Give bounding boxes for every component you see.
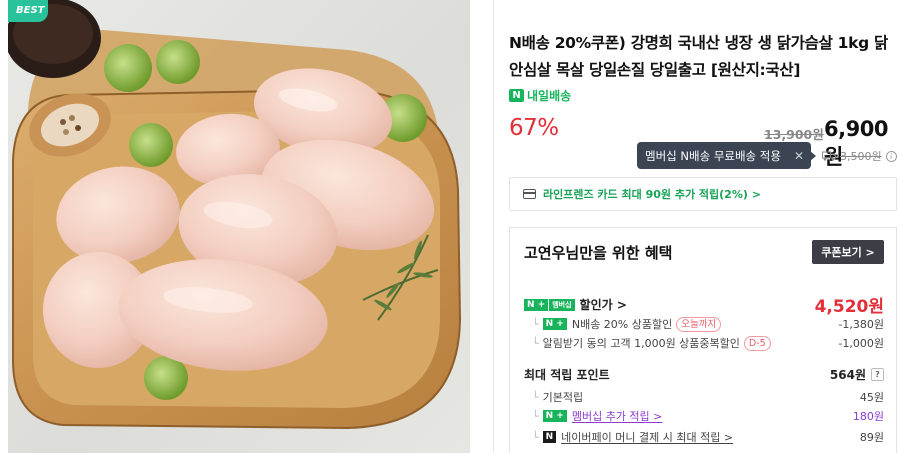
info-icon[interactable]: i: [885, 150, 897, 162]
points-value: 45원: [859, 391, 884, 404]
points-row: └ 기본적립 45원: [532, 390, 884, 405]
points-label[interactable]: 네이버페이 머니 결제 시 최대 적립 >: [561, 429, 733, 445]
product-image[interactable]: BEST: [8, 0, 470, 453]
benefit-heading: 고연우님만을 위한 혜택: [524, 244, 673, 262]
points-row[interactable]: └ N 네이버페이 머니 결제 시 최대 적립 > 89원: [524, 429, 884, 445]
best-badge: BEST: [8, 0, 48, 22]
naver-plus-icon: N + 멤버십: [524, 298, 575, 311]
credit-card-icon: [523, 189, 536, 199]
shipping-tooltip-text: 멤버십 N배송 무료배송 적용: [645, 148, 781, 163]
coupon-view-button[interactable]: 쿠폰보기 >: [812, 240, 884, 264]
deadline-tag: 오늘까지: [676, 316, 722, 332]
original-price: 13,900원: [764, 127, 824, 142]
naver-plus-icon: N +: [542, 410, 567, 422]
chicken-breast-photo: [8, 0, 462, 430]
max-points-row: 최대 적립 포인트 564원 ?: [524, 366, 884, 383]
deadline-tag: D-5: [743, 335, 771, 351]
n-delivery-icon: N: [509, 89, 524, 102]
member-price-value: 4,520원: [814, 297, 884, 317]
truck-icon: [822, 151, 836, 161]
delivery-label: 내일배송: [527, 89, 572, 103]
card-promo-text: 라인프렌즈 카드 최대 90원 추가 적립(2%) >: [543, 188, 761, 201]
help-icon[interactable]: ?: [871, 368, 884, 381]
points-label[interactable]: 멤버십 추가 적립 >: [572, 408, 663, 424]
benefit-box: 고연우님만을 위한 혜택 쿠폰보기 > N + 멤버십 할인가 > 4,520원 …: [509, 227, 897, 453]
discount-value: -1,000원: [838, 337, 884, 350]
discount-label: N배송 20% 상품할인: [571, 318, 673, 331]
delivery-badge[interactable]: N 내일배송: [509, 87, 571, 104]
close-icon[interactable]: ✕: [794, 149, 804, 163]
discount-label: 알림받기 동의 고객 1,000원 상품중복할인: [542, 337, 740, 350]
naver-pay-icon: N: [542, 431, 557, 443]
max-points-label: 최대 적립 포인트: [524, 368, 610, 382]
panel-divider: [493, 0, 494, 453]
naver-plus-icon: N +: [542, 318, 567, 330]
points-value: 89원: [859, 431, 884, 444]
discount-rate: 67%: [509, 115, 559, 141]
points-label: 기본적립: [542, 391, 584, 404]
product-info-panel: N배송 20%쿠폰) 강명희 국내산 냉장 생 닭가슴살 1kg 닭안심살 목살…: [509, 0, 900, 453]
points-value: 180원: [852, 410, 884, 423]
card-promo-banner[interactable]: 라인프렌즈 카드 최대 90원 추가 적립(2%) >: [509, 177, 897, 211]
points-row[interactable]: └ N + 멤버십 추가 적립 > 180원: [524, 408, 884, 424]
shipping-fee-value: 3,500원: [840, 150, 882, 163]
shipping-tooltip: 멤버십 N배송 무료배송 적용 ✕: [637, 142, 816, 169]
product-title: N배송 20%쿠폰) 강명희 국내산 냉장 생 닭가슴살 1kg 닭안심살 목살…: [509, 34, 888, 79]
discount-value: -1,380원: [838, 318, 884, 331]
discount-row: └ N + N배송 20% 상품할인 오늘까지 -1,380원: [532, 316, 884, 332]
shipping-fee: 3,500원 i: [822, 148, 897, 164]
member-price-label: 할인가 >: [579, 298, 627, 312]
max-points-value: 564원: [829, 368, 866, 382]
discount-row: └ 알림받기 동의 고객 1,000원 상품중복할인 D-5 -1,000원: [532, 335, 884, 351]
member-price-row[interactable]: N + 멤버십 할인가 > 4,520원: [524, 292, 884, 317]
